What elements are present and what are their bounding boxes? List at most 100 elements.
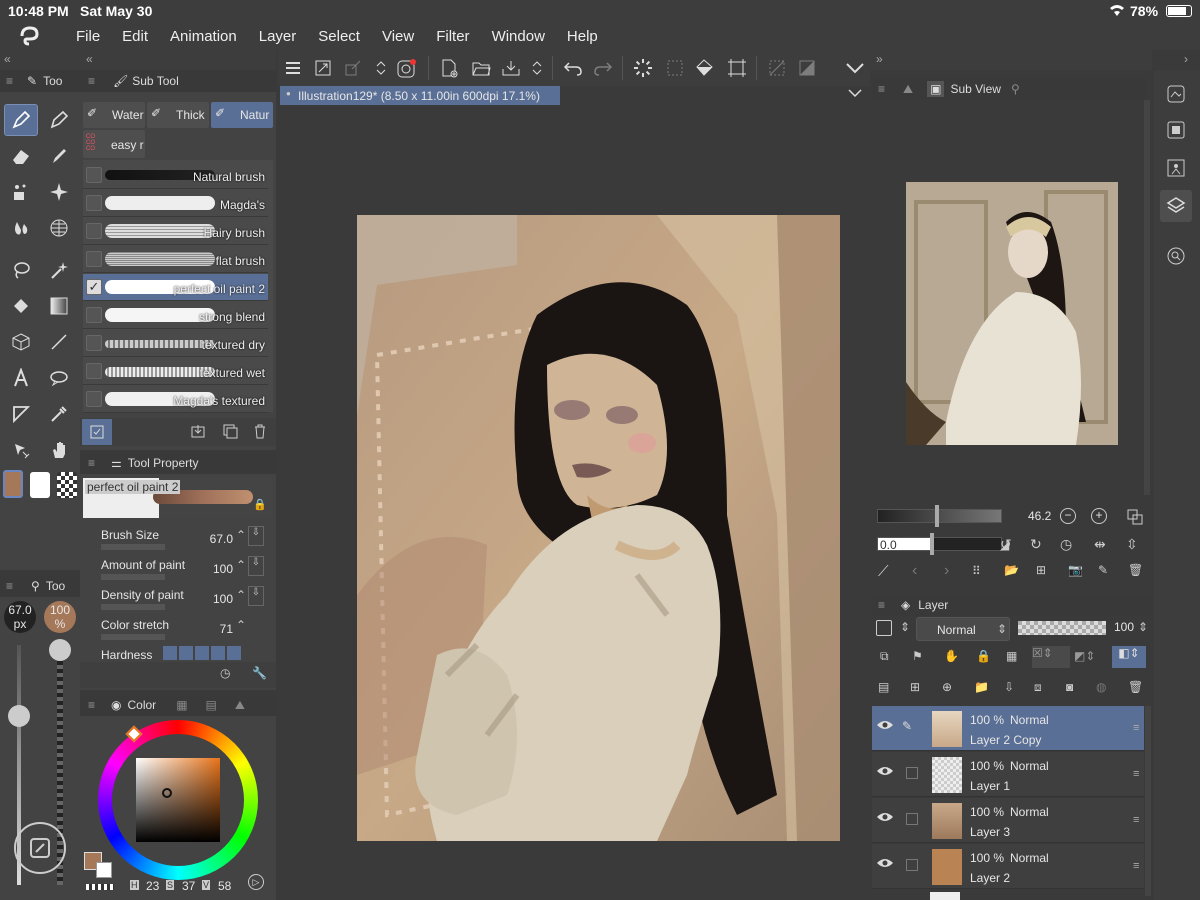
brush-item-selected[interactable]: ✓ perfect oil paint 2	[83, 274, 268, 301]
brush-item[interactable]: flat brush	[83, 246, 268, 273]
sub-color-swatch[interactable]	[30, 472, 50, 498]
line-tool-button[interactable]	[42, 326, 76, 358]
navigator-tab-icon[interactable]: ⛰	[903, 82, 913, 97]
drag-handle-icon[interactable]: ≡	[1133, 768, 1139, 780]
subtool-tab-natural[interactable]: ✐ Natur	[211, 102, 273, 128]
brush-checkbox[interactable]	[86, 195, 102, 211]
subview-tab-icon[interactable]: ▣	[927, 81, 945, 97]
zoom-out-icon[interactable]: −	[1060, 508, 1076, 524]
import-icon[interactable]	[190, 423, 206, 439]
trash-icon[interactable]: 🗑	[1128, 563, 1143, 577]
brush-item[interactable]: Hairy brush	[83, 218, 268, 245]
pressure-icon[interactable]: ⇩	[248, 556, 264, 576]
undo-icon[interactable]	[560, 55, 586, 81]
sparkle-tool-button[interactable]	[42, 176, 76, 208]
duplicate-icon[interactable]	[222, 423, 238, 439]
prop-color-stretch[interactable]: Color stretch 71 ⌃	[83, 612, 268, 642]
brush-checkbox-checked[interactable]: ✓	[86, 279, 102, 295]
pen-tool-button[interactable]	[4, 104, 38, 136]
pressure-icon[interactable]: ⇩	[248, 526, 264, 546]
flip-horizontal-icon[interactable]: ⇹	[1094, 536, 1106, 553]
hand-tool-button[interactable]	[42, 434, 76, 466]
menu-file[interactable]: File	[76, 28, 100, 45]
collapse-right-icon[interactable]: »	[876, 52, 883, 66]
gradient-tool-button[interactable]	[42, 290, 76, 322]
brush-checkbox[interactable]	[86, 363, 102, 379]
clear-selection-icon[interactable]	[662, 55, 688, 81]
ruler-tool-button[interactable]	[4, 398, 38, 430]
grid-tool-button[interactable]	[42, 212, 76, 244]
eyedropper-icon[interactable]: ⟋	[878, 563, 889, 580]
transfer-down-icon[interactable]: ⇩	[1004, 680, 1014, 694]
collapse-subtool-icon[interactable]: «	[86, 52, 93, 66]
reset-icon[interactable]: ◷	[220, 666, 230, 680]
subview-icon[interactable]	[1160, 114, 1192, 146]
edit-icon[interactable]: ✎	[1098, 563, 1108, 577]
hamburger-icon[interactable]	[280, 55, 306, 81]
lasso-tool-button[interactable]	[4, 254, 38, 286]
next-icon[interactable]: ›	[944, 562, 949, 580]
eye-icon[interactable]	[876, 765, 894, 777]
stepper-icon[interactable]: ⌃	[236, 528, 246, 542]
trash-icon[interactable]	[252, 423, 268, 439]
stepper-icon[interactable]: ⌃	[236, 558, 246, 572]
fill-icon[interactable]	[692, 55, 718, 81]
drag-handle-icon[interactable]: ≡	[1133, 722, 1139, 734]
brush-item[interactable]: Natural brush	[83, 162, 268, 189]
invert-selection-icon[interactable]	[764, 55, 790, 81]
drag-handle-icon[interactable]: ≡	[1133, 814, 1139, 826]
prop-value[interactable]: 67.0	[210, 532, 233, 546]
layer-properties-icon[interactable]: ▤	[878, 680, 889, 694]
apply-mask-icon[interactable]: ◍	[1096, 680, 1106, 694]
prop-hardness[interactable]: Hardness	[83, 642, 268, 660]
prop-amount-of-paint[interactable]: Amount of paint 100 ⌃ ⇩	[83, 552, 268, 582]
transform-icon[interactable]	[340, 55, 366, 81]
layer-color-toggle-icon[interactable]: ◧⇕	[1112, 646, 1146, 668]
layer-color-icon[interactable]	[876, 620, 892, 636]
mountain-tab-icon[interactable]: ⛰	[235, 698, 245, 713]
transparent-swatch[interactable]	[86, 884, 114, 890]
subtool-tab-easy[interactable]: CO CO CO easy r	[83, 130, 145, 158]
fill-tool-button[interactable]	[4, 290, 38, 322]
menu-help[interactable]: Help	[567, 28, 598, 45]
clip-icon[interactable]: ⧉	[880, 649, 889, 664]
ruler-toggle-icon[interactable]: ◩⇕	[1074, 649, 1095, 663]
brush-size-readout[interactable]: 67.0 px	[4, 601, 36, 633]
color-sub-swatch[interactable]	[96, 862, 112, 878]
chevron-down-icon[interactable]	[848, 88, 862, 98]
prop-value[interactable]: 100	[213, 592, 233, 606]
selection-mask-icon[interactable]	[794, 55, 820, 81]
prop-value[interactable]: 100	[213, 562, 233, 576]
stepper-icon[interactable]: ⇕	[900, 620, 910, 634]
stepper-icon[interactable]: ⇕	[1138, 620, 1148, 634]
subtool-tab-thick[interactable]: ✐ Thick	[147, 102, 209, 128]
transparent-color-swatch[interactable]	[57, 472, 77, 498]
lock-icon[interactable]: 🔒	[253, 498, 267, 511]
rotate-right-icon[interactable]: ↻	[1030, 536, 1042, 553]
prop-density-of-paint[interactable]: Density of paint 100 ⌃ ⇩	[83, 582, 268, 612]
menu-window[interactable]: Window	[492, 28, 545, 45]
stepper-icon[interactable]: ⌃	[236, 588, 246, 602]
app-logo-icon[interactable]	[18, 26, 40, 46]
layer-checkbox[interactable]	[906, 767, 918, 779]
brush-checkbox[interactable]	[86, 391, 102, 407]
brush-item[interactable]: strong blend	[83, 302, 268, 329]
zoom-in-icon[interactable]: +	[1091, 508, 1107, 524]
prop-slider[interactable]	[101, 574, 165, 580]
drag-handle-icon[interactable]: ≡	[1133, 860, 1139, 872]
brush-checkbox[interactable]	[86, 167, 102, 183]
layer-scrollbar[interactable]	[1145, 706, 1151, 896]
brush-checkbox[interactable]	[86, 251, 102, 267]
save-icon[interactable]	[498, 55, 524, 81]
new-file-icon[interactable]	[436, 55, 462, 81]
reset-rotation-icon[interactable]: ◷	[1060, 536, 1072, 553]
layer-checkbox[interactable]	[906, 859, 918, 871]
decoration-tool-button[interactable]	[4, 176, 38, 208]
lock-transparency-icon[interactable]: ▦	[1006, 649, 1017, 663]
layer-row[interactable]: 100 % Normal Layer 1 ≡	[872, 752, 1144, 797]
loading-icon[interactable]	[630, 55, 656, 81]
pencil-tool-button[interactable]	[42, 104, 76, 136]
stepper-icon[interactable]	[368, 55, 394, 81]
record-icon[interactable]	[394, 55, 420, 81]
open-folder-icon[interactable]	[468, 55, 494, 81]
